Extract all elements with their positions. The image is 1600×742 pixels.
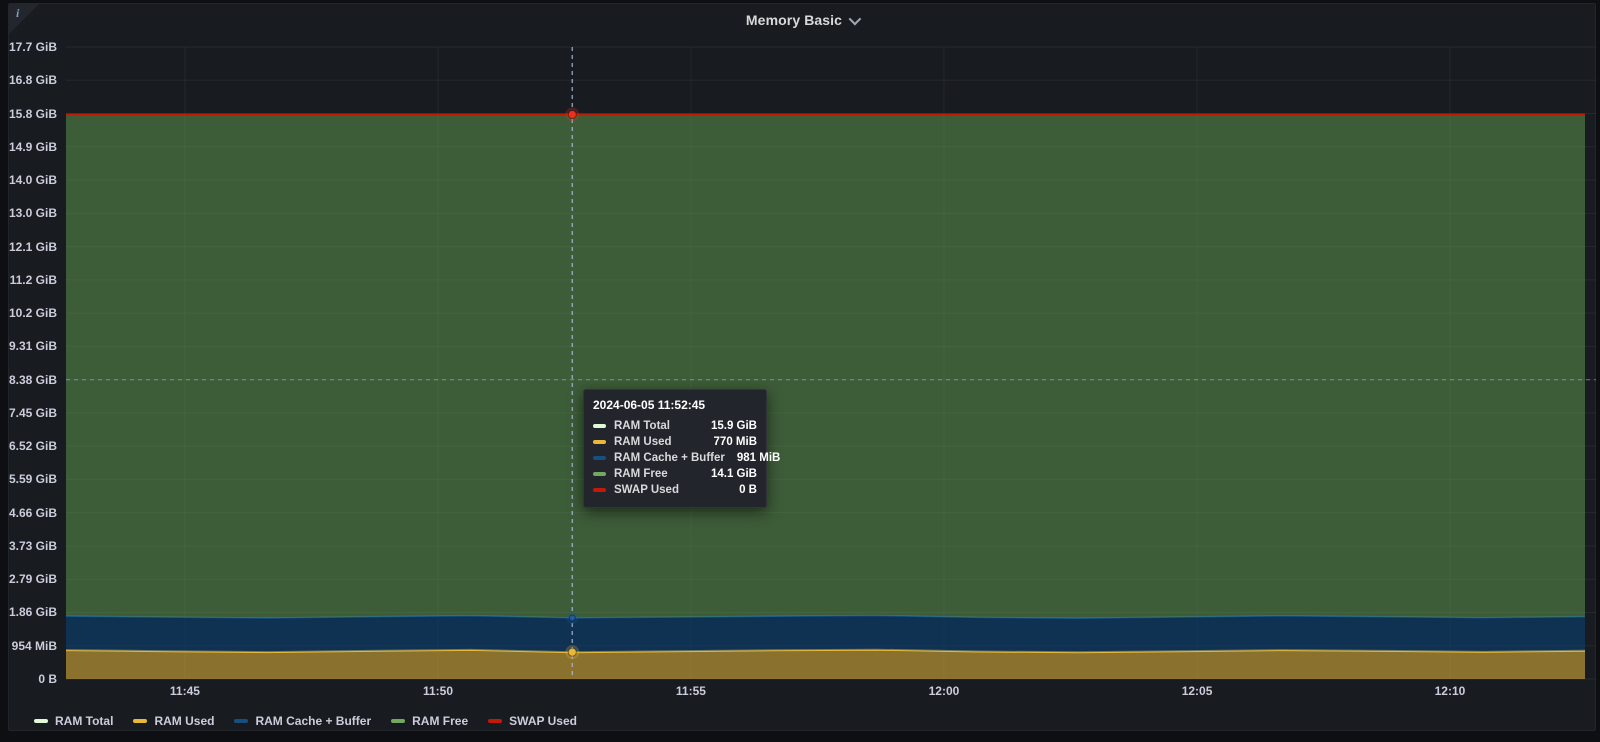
- tooltip-series-label: SWAP Used: [614, 484, 727, 496]
- chevron-down-icon[interactable]: [849, 12, 862, 25]
- tooltip-row: RAM Free 14.1 GiB: [593, 466, 757, 482]
- tooltip-series-value: 981 MiB: [737, 452, 780, 464]
- y-axis-label: 4.66 GiB: [0, 506, 57, 520]
- y-axis-label: 9.31 GiB: [0, 339, 57, 353]
- hover-point: [568, 648, 576, 656]
- legend-label[interactable]: RAM Used: [154, 714, 214, 728]
- legend-item[interactable]: RAM Cache + Buffer: [234, 714, 371, 728]
- area-ram-cache-buffer: [66, 616, 1585, 653]
- y-axis-label: 14.0 GiB: [0, 173, 57, 187]
- x-axis-label: 12:00: [904, 684, 984, 698]
- y-axis-label: 2.79 GiB: [0, 572, 57, 586]
- tooltip-series-label: RAM Used: [614, 436, 702, 448]
- tooltip-series-value: 770 MiB: [714, 436, 757, 448]
- series-color-swatch: [593, 472, 606, 476]
- panel-header[interactable]: Memory Basic: [9, 4, 1595, 36]
- y-axis-label: 5.59 GiB: [0, 472, 57, 486]
- x-axis-label: 11:50: [398, 684, 478, 698]
- legend-label[interactable]: SWAP Used: [509, 714, 577, 728]
- tooltip-series-label: RAM Total: [614, 420, 699, 432]
- series-color-swatch: [593, 456, 606, 460]
- tooltip-series-label: RAM Cache + Buffer: [614, 452, 725, 464]
- tooltip-row: RAM Used 770 MiB: [593, 434, 757, 450]
- panel-title[interactable]: Memory Basic: [746, 12, 842, 28]
- chart-legend: RAM Total RAM Used RAM Cache + Buffer RAM F…: [34, 714, 577, 728]
- area-ram-used: [66, 650, 1585, 679]
- tooltip-row: SWAP Used 0 B: [593, 482, 757, 498]
- legend-color-swatch: [133, 719, 147, 723]
- y-axis-label: 954 MiB: [0, 639, 57, 653]
- legend-item[interactable]: RAM Used: [133, 714, 214, 728]
- dashboard-stage: i Memory Basic 0 B954 MiB1.86 GiB2.79 Gi…: [0, 0, 1600, 742]
- tooltip-row: RAM Cache + Buffer981 MiB: [593, 450, 757, 466]
- legend-color-swatch: [488, 719, 502, 723]
- x-axis-label: 11:45: [145, 684, 225, 698]
- y-axis-label: 12.1 GiB: [0, 240, 57, 254]
- legend-color-swatch: [34, 719, 48, 723]
- y-axis-label: 16.8 GiB: [0, 73, 57, 87]
- legend-color-swatch: [391, 719, 405, 723]
- legend-label[interactable]: RAM Cache + Buffer: [255, 714, 371, 728]
- y-axis-label: 3.73 GiB: [0, 539, 57, 553]
- y-axis-label: 1.86 GiB: [0, 605, 57, 619]
- tooltip-series-value: 14.1 GiB: [711, 468, 757, 480]
- chart-tooltip: 2024-06-05 11:52:45 RAM Total15.9 GiBRAM…: [583, 389, 767, 508]
- series-color-swatch: [593, 440, 606, 444]
- tooltip-series-value: 15.9 GiB: [711, 420, 757, 432]
- legend-label[interactable]: RAM Free: [412, 714, 468, 728]
- series-color-swatch: [593, 424, 606, 428]
- tooltip-row: RAM Total 15.9 GiB: [593, 418, 757, 434]
- y-axis-label: 7.45 GiB: [0, 406, 57, 420]
- legend-item[interactable]: RAM Free: [391, 714, 468, 728]
- x-axis-label: 12:05: [1157, 684, 1237, 698]
- y-axis-label: 15.8 GiB: [0, 107, 57, 121]
- chart-plot-area[interactable]: [66, 40, 1596, 686]
- legend-label[interactable]: RAM Total: [55, 714, 113, 728]
- y-axis-label: 14.9 GiB: [0, 140, 57, 154]
- tooltip-series-label: RAM Free: [614, 468, 699, 480]
- hover-point: [568, 111, 576, 119]
- tooltip-series-value: 0 B: [739, 484, 757, 496]
- x-axis-label: 11:55: [651, 684, 731, 698]
- legend-item[interactable]: SWAP Used: [488, 714, 577, 728]
- tooltip-timestamp: 2024-06-05 11:52:45: [593, 398, 757, 412]
- x-axis-label: 12:10: [1410, 684, 1490, 698]
- legend-item[interactable]: RAM Total: [34, 714, 113, 728]
- y-axis-label: 0 B: [0, 672, 57, 686]
- area-ram-free: [66, 115, 1585, 619]
- y-axis-label: 11.2 GiB: [0, 273, 57, 287]
- y-axis-label: 8.38 GiB: [0, 373, 57, 387]
- y-axis-label: 17.7 GiB: [0, 40, 57, 54]
- y-axis-label: 6.52 GiB: [0, 439, 57, 453]
- series-color-swatch: [593, 488, 606, 492]
- y-axis-label: 10.2 GiB: [0, 306, 57, 320]
- y-axis-label: 13.0 GiB: [0, 206, 57, 220]
- hover-point: [569, 615, 575, 621]
- legend-color-swatch: [234, 719, 248, 723]
